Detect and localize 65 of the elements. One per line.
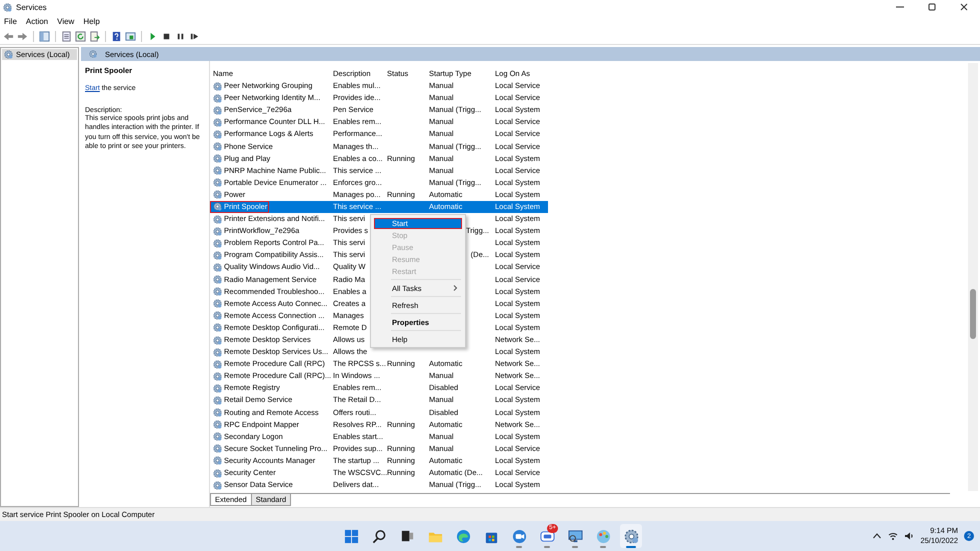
gear-icon: [213, 154, 222, 164]
wifi-icon[interactable]: [888, 531, 898, 541]
gear-icon: [213, 348, 222, 357]
gear-icon: [213, 202, 222, 212]
globe-icon: [456, 528, 470, 544]
gear-icon: [213, 480, 222, 490]
gear-icon: [213, 432, 222, 442]
gear-icon: [213, 420, 222, 430]
gear-icon: [4, 50, 13, 59]
gear-icon: [213, 106, 222, 115]
gear-icon: [213, 178, 222, 188]
gear-icon: [213, 166, 222, 176]
export-icon[interactable]: [89, 30, 100, 42]
gear-icon: [213, 118, 222, 127]
camera-icon: [512, 528, 526, 544]
gear-icon: [213, 214, 222, 224]
gear-icon: [3, 2, 12, 12]
search-icon: [372, 528, 386, 544]
gear-icon: [213, 444, 222, 454]
menu-item[interactable]: Help: [83, 16, 100, 26]
chevron-up-icon[interactable]: [872, 531, 882, 541]
gear-icon: [213, 311, 222, 320]
speaker-icon[interactable]: [904, 531, 914, 541]
menu-item[interactable]: View: [57, 16, 74, 26]
windows-icon: [344, 528, 358, 544]
panel-icon[interactable]: [39, 30, 50, 42]
gear-icon: [213, 299, 222, 308]
gear-icon: [213, 396, 222, 405]
back-arrow-icon[interactable]: [3, 30, 14, 42]
gear-icon: [213, 275, 222, 284]
gear-icon: [213, 456, 222, 466]
gear-icon: [624, 528, 638, 544]
gear-icon: [213, 250, 222, 260]
gear-icon: [213, 190, 222, 200]
window-title: Services: [16, 2, 47, 12]
scroll-thumb[interactable]: [970, 289, 976, 339]
document-icon[interactable]: [61, 30, 72, 42]
refresh-icon[interactable]: [75, 30, 86, 42]
menu-item[interactable]: File: [4, 16, 17, 26]
gear-icon: [213, 384, 222, 393]
gear-icon: [213, 94, 222, 103]
help-icon[interactable]: [111, 30, 122, 42]
monitor-icon: [568, 528, 582, 544]
gear-icon: [213, 287, 222, 296]
gear-icon: [213, 226, 222, 236]
palette-icon: [596, 528, 610, 544]
gear-icon: [213, 408, 222, 418]
forward-arrow-icon[interactable]: [17, 30, 28, 42]
gear-icon: [89, 50, 97, 58]
chat-icon: [540, 528, 554, 544]
gear-icon: [213, 82, 222, 91]
gear-icon: [213, 238, 222, 248]
gear-icon: [213, 142, 222, 152]
gear-icon: [213, 262, 222, 272]
chevron-right-icon: [453, 285, 458, 291]
task-view-icon: [400, 528, 414, 544]
gear-icon: [213, 360, 222, 369]
gear-icon: [213, 468, 222, 478]
scrollbar[interactable]: [968, 63, 978, 491]
window-icon[interactable]: [125, 30, 136, 42]
gear-icon: [213, 336, 222, 345]
menu-item[interactable]: Action: [26, 16, 48, 26]
gear-icon: [213, 372, 222, 381]
gear-icon: [213, 323, 222, 332]
gear-icon: [213, 130, 222, 139]
